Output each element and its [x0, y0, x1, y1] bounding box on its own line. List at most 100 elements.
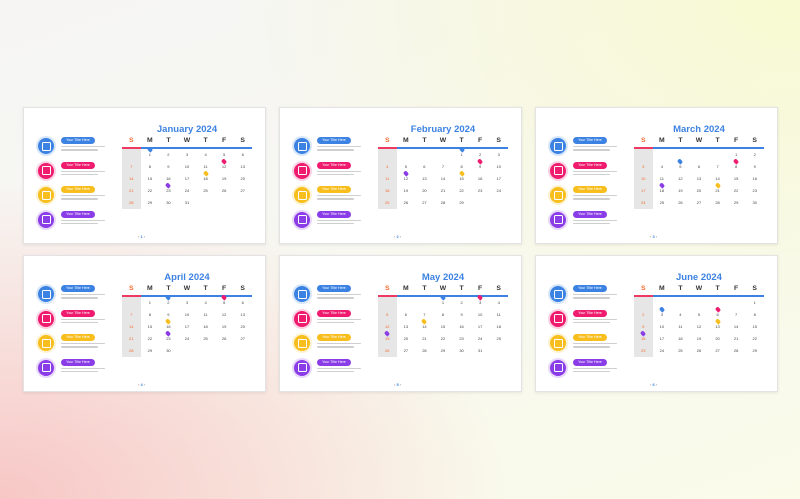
day-cell[interactable]: 17 [489, 173, 508, 185]
day-cell[interactable]: 2 [452, 297, 471, 309]
day-cell[interactable]: 21 [122, 333, 141, 345]
day-cell[interactable]: 24 [471, 333, 490, 345]
day-cell[interactable]: 24 [489, 185, 508, 197]
day-cell[interactable]: 18 [671, 333, 690, 345]
day-cell[interactable]: 21 [434, 185, 453, 197]
day-cell[interactable]: 17 [653, 333, 672, 345]
day-cell[interactable]: 5 [671, 158, 690, 173]
day-cell[interactable]: 2 [159, 294, 178, 309]
day-cell[interactable]: 29 [727, 197, 746, 209]
day-cell[interactable]: 24 [178, 333, 197, 345]
day-cell[interactable]: 12 [215, 309, 234, 321]
day-cell[interactable]: 13 [397, 321, 416, 333]
day-cell[interactable]: 25 [653, 197, 672, 209]
day-cell[interactable]: 7 [122, 161, 141, 173]
day-cell[interactable]: 4 [196, 297, 215, 309]
day-cell[interactable]: 29 [452, 197, 471, 209]
day-cell[interactable]: 25 [196, 185, 215, 197]
day-cell[interactable]: 28 [122, 345, 141, 357]
day-cell[interactable]: 11 [489, 309, 508, 321]
day-cell[interactable]: 3 [471, 294, 490, 309]
day-cell[interactable]: 4 [489, 297, 508, 309]
day-cell[interactable]: 26 [690, 345, 709, 357]
day-cell[interactable]: 15 [141, 173, 160, 185]
day-cell[interactable]: 10 [653, 321, 672, 333]
day-cell[interactable]: 23 [634, 345, 653, 357]
next-icon[interactable]: › [655, 382, 657, 387]
day-cell[interactable]: 28 [708, 197, 727, 209]
day-cell[interactable]: 25 [671, 345, 690, 357]
day-cell[interactable]: 27 [397, 345, 416, 357]
day-cell[interactable]: 1 [434, 294, 453, 309]
day-cell[interactable]: 23 [159, 330, 178, 345]
day-cell[interactable]: 23 [471, 185, 490, 197]
day-cell[interactable]: 5 [215, 294, 234, 309]
day-cell[interactable]: 20 [233, 321, 252, 333]
calendar-slide[interactable]: Your Title Here Your Title Here Your Title… [535, 255, 778, 392]
day-cell[interactable]: 22 [141, 333, 160, 345]
day-cell[interactable]: 13 [690, 173, 709, 185]
next-icon[interactable]: › [399, 234, 401, 239]
day-cell[interactable]: 26 [378, 345, 397, 357]
next-icon[interactable]: › [143, 382, 145, 387]
day-cell[interactable]: 16 [745, 173, 764, 185]
next-icon[interactable]: › [399, 382, 401, 387]
day-cell[interactable]: 30 [159, 197, 178, 209]
day-cell[interactable]: 7 [122, 309, 141, 321]
day-cell[interactable]: 12 [671, 173, 690, 185]
day-cell[interactable]: 4 [196, 149, 215, 161]
day-cell[interactable]: 13 [708, 318, 727, 333]
day-cell[interactable]: 24 [178, 185, 197, 197]
day-cell[interactable]: 28 [415, 345, 434, 357]
day-cell[interactable]: 17 [471, 321, 490, 333]
day-cell[interactable]: 8 [141, 309, 160, 321]
day-cell[interactable]: 11 [671, 321, 690, 333]
day-cell[interactable]: 3 [178, 149, 197, 161]
day-cell[interactable]: 5 [690, 309, 709, 321]
day-cell[interactable]: 30 [159, 345, 178, 357]
day-cell[interactable]: 9 [745, 161, 764, 173]
day-cell[interactable]: 7 [727, 309, 746, 321]
day-cell[interactable]: 7 [708, 161, 727, 173]
day-cell[interactable]: 24 [634, 197, 653, 209]
day-cell[interactable]: 18 [653, 182, 672, 197]
day-cell[interactable]: 12 [690, 321, 709, 333]
day-cell[interactable]: 2 [745, 149, 764, 161]
day-cell[interactable]: 26 [671, 197, 690, 209]
day-cell[interactable]: 5 [378, 309, 397, 321]
day-cell[interactable]: 15 [452, 170, 471, 185]
day-cell[interactable]: 19 [690, 333, 709, 345]
day-cell[interactable]: 13 [415, 173, 434, 185]
day-cell[interactable]: 13 [233, 309, 252, 321]
day-cell[interactable]: 18 [196, 321, 215, 333]
day-cell[interactable]: 1 [452, 146, 471, 161]
day-cell[interactable]: 6 [415, 161, 434, 173]
calendar-slide[interactable]: Your Title Here Your Title Here Your Title… [23, 255, 266, 392]
day-cell[interactable]: 19 [215, 173, 234, 185]
day-cell[interactable]: 22 [141, 185, 160, 197]
day-cell[interactable]: 20 [397, 333, 416, 345]
day-cell[interactable]: 22 [727, 185, 746, 197]
slide-pager[interactable]: ‹ 5 › [394, 382, 401, 387]
calendar-slide[interactable]: Your Title Here Your Title Here Your Title… [23, 107, 266, 244]
day-cell[interactable]: 15 [434, 321, 453, 333]
day-cell[interactable]: 20 [708, 333, 727, 345]
day-cell[interactable]: 13 [233, 161, 252, 173]
day-cell[interactable]: 21 [708, 182, 727, 197]
day-cell[interactable]: 9 [159, 161, 178, 173]
day-cell[interactable]: 22 [434, 333, 453, 345]
day-cell[interactable]: 6 [690, 161, 709, 173]
day-cell[interactable]: 12 [215, 158, 234, 173]
day-cell[interactable]: 21 [415, 333, 434, 345]
day-cell[interactable]: 23 [159, 182, 178, 197]
day-cell[interactable]: 24 [653, 345, 672, 357]
day-cell[interactable]: 4 [653, 161, 672, 173]
day-cell[interactable]: 3 [178, 297, 197, 309]
day-cell[interactable]: 27 [233, 185, 252, 197]
day-cell[interactable]: 20 [415, 185, 434, 197]
day-cell[interactable]: 22 [452, 185, 471, 197]
next-icon[interactable]: › [143, 234, 145, 239]
day-cell[interactable]: 10 [634, 173, 653, 185]
day-cell[interactable]: 18 [378, 185, 397, 197]
day-cell[interactable]: 12 [397, 170, 416, 185]
